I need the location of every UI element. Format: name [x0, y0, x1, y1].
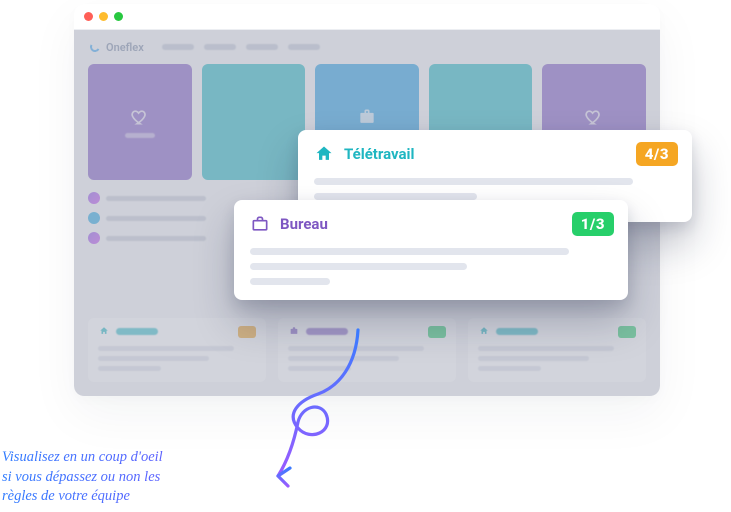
caption-line: si vous dépassez ou non les: [2, 468, 262, 488]
popover-skeleton: [250, 248, 612, 285]
close-dot-icon[interactable]: [84, 12, 93, 21]
annotation-caption: Visualisez en un coup d'oeil si vous dép…: [2, 448, 262, 507]
popover-title: Télétravail: [344, 145, 415, 163]
count-badge: 1/3: [572, 212, 614, 236]
traffic-lights: [84, 12, 123, 21]
home-icon: [314, 144, 334, 164]
minimize-dot-icon[interactable]: [99, 12, 108, 21]
briefcase-icon: [250, 214, 270, 234]
popover-title: Bureau: [280, 215, 328, 233]
popover-office[interactable]: Bureau 1/3: [234, 200, 628, 300]
popover-skeleton: [314, 178, 676, 200]
caption-line: règles de votre équipe: [2, 487, 262, 507]
count-badge: 4/3: [636, 142, 678, 166]
window-titlebar: [74, 4, 660, 30]
zoom-dot-icon[interactable]: [114, 12, 123, 21]
caption-line: Visualisez en un coup d'oeil: [2, 448, 262, 468]
